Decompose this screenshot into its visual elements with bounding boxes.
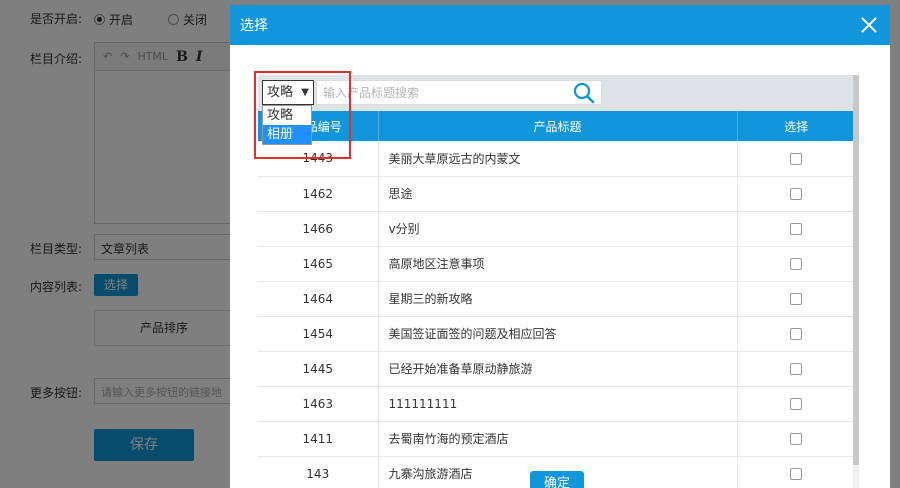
- row-checkbox[interactable]: [790, 293, 803, 305]
- row-id: 1466: [258, 211, 378, 247]
- table-row: 1463 111111111: [258, 386, 855, 422]
- close-icon[interactable]: [860, 16, 878, 34]
- row-id: 1445: [258, 351, 378, 387]
- table-scrollbar[interactable]: [853, 75, 859, 488]
- search-input[interactable]: [316, 80, 602, 105]
- table-row: 1411 去蜀南竹海的预定酒店: [258, 421, 855, 457]
- scrollbar-thumb[interactable]: [853, 75, 859, 465]
- row-checkbox[interactable]: [790, 363, 803, 375]
- row-title: 去蜀南竹海的预定酒店: [377, 421, 738, 457]
- row-checkbox[interactable]: [790, 223, 803, 235]
- row-title: 已经开始准备草原动静旅游: [377, 351, 738, 387]
- row-title: 高原地区注意事项: [377, 246, 738, 282]
- col-product-title: 产品标题: [378, 111, 738, 141]
- row-id: 1462: [258, 176, 378, 212]
- col-select: 选择: [737, 111, 855, 141]
- row-id: 1464: [258, 281, 378, 317]
- confirm-button[interactable]: 确定: [530, 471, 584, 488]
- modal-title: 选择: [240, 18, 268, 34]
- table-row: 1454 美国签证面签的问题及相应回答: [258, 316, 855, 352]
- select-modal: 选择 攻略 ▼ 产品编号 产品标题 选择 1443 美: [230, 5, 890, 488]
- row-title: v分别: [377, 211, 738, 247]
- row-id: 1454: [258, 316, 378, 352]
- product-table: 产品编号 产品标题 选择 1443 美丽大草原远古的内蒙文 1462 思途 14: [258, 111, 855, 488]
- row-checkbox[interactable]: [790, 152, 803, 165]
- row-id: 1465: [258, 246, 378, 282]
- row-checkbox[interactable]: [790, 398, 803, 410]
- row-title: 星期三的新攻略: [377, 281, 738, 317]
- row-title: 美国签证面签的问题及相应回答: [377, 316, 738, 352]
- table-row: 1462 思途: [258, 176, 855, 212]
- row-checkbox[interactable]: [790, 433, 803, 445]
- annotation-highlight-box: [254, 71, 351, 159]
- row-checkbox[interactable]: [790, 188, 803, 200]
- table-row: 1445 已经开始准备草原动静旅游: [258, 351, 855, 387]
- search-icon[interactable]: [572, 82, 596, 104]
- modal-header: 选择: [230, 5, 890, 45]
- row-title: 美丽大草原远古的内蒙文: [377, 141, 738, 177]
- row-id: 1463: [258, 386, 378, 422]
- row-checkbox[interactable]: [790, 328, 803, 340]
- row-title: 思途: [377, 176, 738, 212]
- row-id: 1411: [258, 421, 378, 457]
- row-checkbox[interactable]: [790, 468, 803, 480]
- table-row: 1464 星期三的新攻略: [258, 281, 855, 317]
- table-row: 1465 高原地区注意事项: [258, 246, 855, 282]
- row-checkbox[interactable]: [790, 258, 803, 270]
- table-row: 1466 v分别: [258, 211, 855, 247]
- row-id: 143: [258, 456, 378, 488]
- row-title: 111111111: [377, 386, 738, 422]
